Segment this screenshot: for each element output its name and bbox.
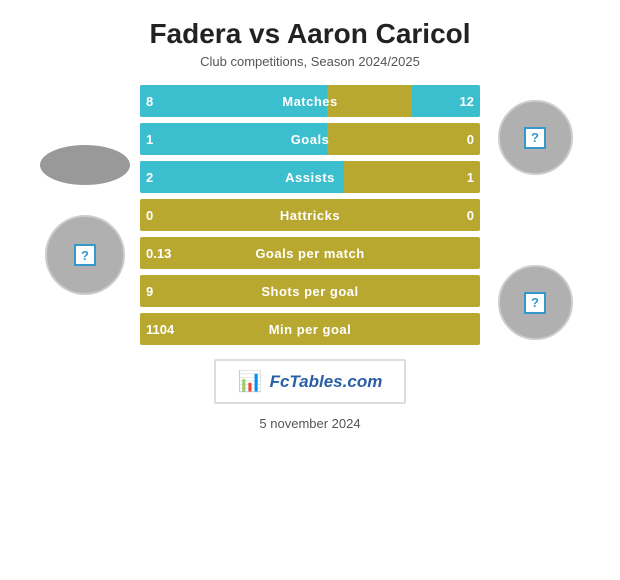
avatar-left-question: ?: [74, 244, 96, 266]
stat-label: Assists: [285, 170, 335, 185]
stat-right-value: 0: [467, 208, 474, 223]
avatar-left-ellipse: [40, 145, 130, 185]
avatar-left-circle: ?: [45, 215, 125, 295]
stat-bar-bg: 8 Matches 12: [140, 85, 480, 117]
stat-row: 0.13 Goals per match: [140, 237, 480, 269]
stats-bars: 8 Matches 12 1 Goals 0 2 Assists 1 0 Hattricks 0 0.1…: [140, 85, 480, 345]
stat-label: Goals: [291, 132, 330, 147]
stat-left-value: 1: [146, 132, 153, 147]
avatar-right-question-top: ?: [524, 127, 546, 149]
stat-bar-bg: 9 Shots per goal: [140, 275, 480, 307]
stat-bar-bg: 1 Goals 0: [140, 123, 480, 155]
stats-area: ? 8Matches121Goals02Assists10Hattricks00…: [10, 85, 610, 345]
stat-left-value: 1104: [146, 322, 174, 337]
stat-label: Shots per goal: [261, 284, 358, 299]
logo-icon: 📊: [238, 369, 263, 394]
stat-left-value: 9: [146, 284, 153, 299]
stat-row: 1 Goals 0: [140, 123, 480, 155]
logo-text: FcTables.com: [270, 372, 383, 392]
stat-bar-bg: 2 Assists 1: [140, 161, 480, 193]
avatar-left-column: ?: [30, 135, 140, 295]
avatar-right-question-bottom: ?: [524, 292, 546, 314]
page-container: Fadera vs Aaron Caricol Club competition…: [0, 0, 620, 580]
stat-left-value: 0: [146, 208, 153, 223]
avatar-right-circle-bottom: ?: [498, 265, 573, 340]
avatar-right-column: ? ?: [480, 90, 590, 340]
stat-row: 9 Shots per goal: [140, 275, 480, 307]
stat-left-value: 8: [146, 94, 153, 109]
stat-bar-bg: 0.13 Goals per match: [140, 237, 480, 269]
stat-label: Hattricks: [280, 208, 340, 223]
stat-right-value: 12: [460, 94, 474, 109]
stat-label: Goals per match: [255, 246, 364, 261]
stat-bar-bg: 1104 Min per goal: [140, 313, 480, 345]
stat-row: 0 Hattricks 0: [140, 199, 480, 231]
stat-row: 8 Matches 12: [140, 85, 480, 117]
stat-left-value: 2: [146, 170, 153, 185]
stat-row: 2 Assists 1: [140, 161, 480, 193]
stat-row: 1104 Min per goal: [140, 313, 480, 345]
stat-right-value: 1: [467, 170, 474, 185]
avatar-right-circle-top: ?: [498, 100, 573, 175]
page-title: Fadera vs Aaron Caricol: [149, 18, 470, 50]
stat-right-value: 0: [467, 132, 474, 147]
stat-bar-bg: 0 Hattricks 0: [140, 199, 480, 231]
logo-area: 📊 FcTables.com: [214, 359, 407, 404]
date-label: 5 november 2024: [259, 416, 360, 431]
page-subtitle: Club competitions, Season 2024/2025: [200, 54, 420, 69]
stat-left-value: 0.13: [146, 246, 171, 261]
stat-label: Min per goal: [269, 322, 352, 337]
stat-label: Matches: [282, 94, 338, 109]
